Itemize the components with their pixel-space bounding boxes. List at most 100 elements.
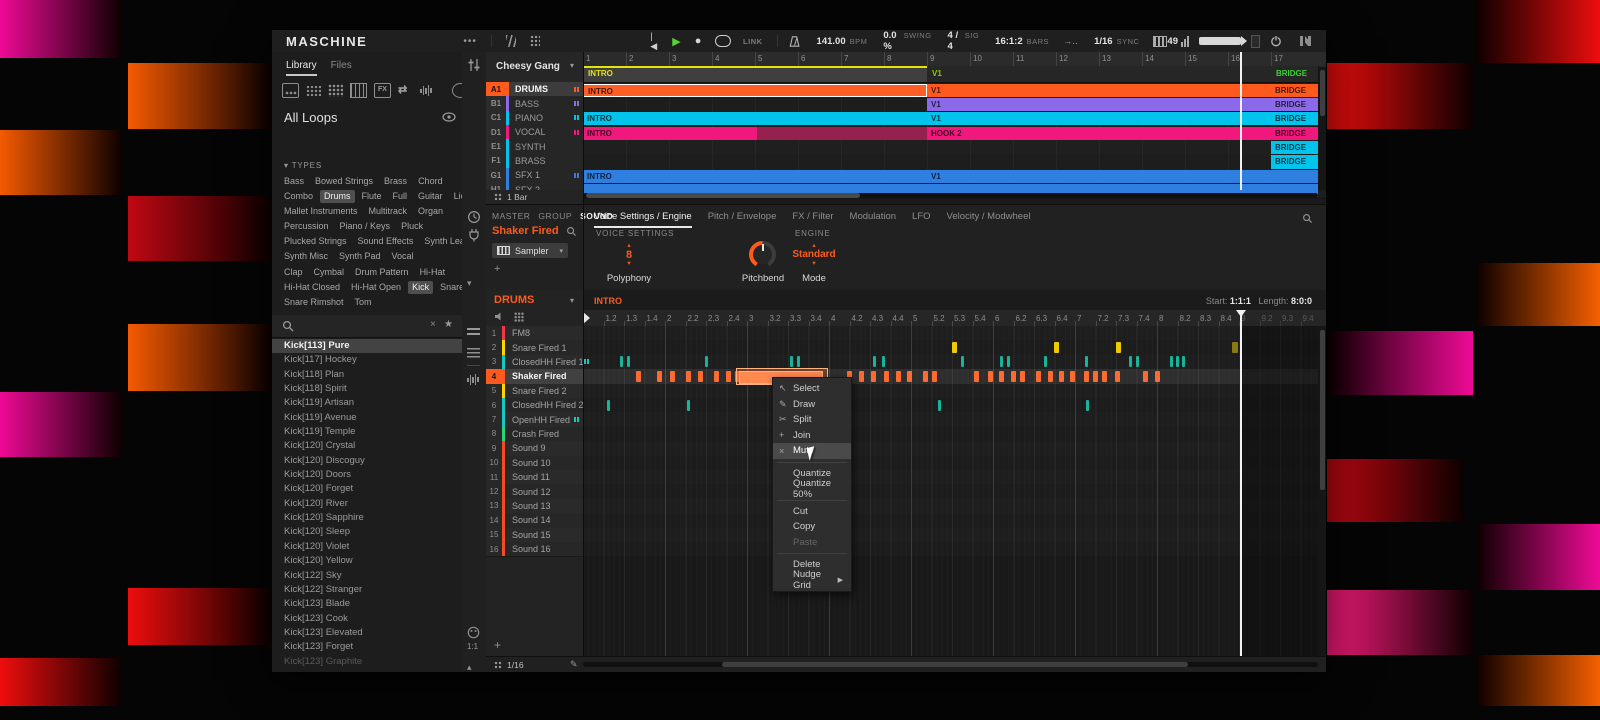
list-item[interactable]: Kick[113] Pure (272, 339, 462, 353)
arranger-clip[interactable]: BRIDGE (1271, 155, 1318, 168)
link-button[interactable]: LINK (743, 37, 763, 46)
sound-slot-13[interactable]: 13Sound 13 (486, 499, 583, 514)
note-event[interactable] (636, 371, 641, 382)
arranger-clip[interactable]: INTRO (583, 84, 927, 97)
pencil-edit-icon[interactable]: ✎ (570, 659, 578, 670)
note-event[interactable] (932, 371, 937, 382)
track-header-synth[interactable]: E1SYNTH (486, 139, 583, 154)
arranger-timeline[interactable]: 1234567891011121314151617INTROV1BRIDGEIN… (583, 52, 1326, 204)
browser-results-list[interactable]: Kick[113] PureKick[117] Hockey Kick[118] … (272, 339, 462, 672)
type-tag-percussion[interactable]: Percussion (284, 221, 329, 232)
list-item[interactable]: Kick[120] Sapphire (272, 511, 462, 525)
scene-bridge[interactable]: BRIDGE (1271, 66, 1319, 82)
menu-item-copy[interactable]: Copy (773, 519, 851, 535)
menu-ellipsis-icon[interactable]: ••• (463, 36, 477, 47)
type-tag-mallet-instruments[interactable]: Mallet Instruments (284, 206, 358, 217)
type-tag-flute[interactable]: Flute (362, 191, 382, 202)
arranger-clip[interactable]: INTRO (583, 170, 927, 183)
note-event[interactable] (698, 371, 703, 382)
list-item[interactable]: Kick[120] Doors (272, 468, 462, 482)
sound-slot-10[interactable]: 10Sound 10 (486, 456, 583, 471)
list-item[interactable]: Kick[117] Hockey (272, 353, 462, 367)
note-event[interactable] (1170, 356, 1173, 367)
tab-files[interactable]: Files (331, 60, 352, 76)
list-item[interactable]: Kick[123] Cook (272, 612, 462, 626)
type-tag-chord[interactable]: Chord (418, 176, 443, 187)
note-event[interactable] (1136, 356, 1139, 367)
group-selector[interactable]: DRUMS ▾ (486, 290, 583, 310)
sound-slot-12[interactable]: 12Sound 12 (486, 484, 583, 499)
plugin-tab-lfo[interactable]: LFO (912, 211, 930, 228)
groups-icon[interactable] (306, 86, 321, 96)
subtype-tag-hi-hat-open[interactable]: Hi-Hat Open (351, 282, 401, 293)
track-header-sfx-1[interactable]: G1SFX 1 (486, 168, 583, 183)
sound-slot-1[interactable]: 1FM8 (486, 326, 583, 341)
audio-view-icon[interactable] (467, 374, 480, 385)
clear-search-icon[interactable]: × (430, 319, 436, 330)
group-caret-icon[interactable]: ▾ (570, 296, 574, 305)
track-header-drums[interactable]: A1DRUMS (486, 82, 583, 97)
track-header-list[interactable]: A1DRUMSB1BASSC1PIANOD1VOCALE1SYNTHF1BRAS… (486, 82, 583, 190)
instruments-icon[interactable] (350, 83, 367, 98)
master-volume-slider[interactable] (1199, 37, 1241, 45)
subtype-tag-cymbal[interactable]: Cymbal (314, 267, 345, 278)
menu-item-split[interactable]: ✂Split (773, 412, 851, 428)
sound-slot-14[interactable]: 14Sound 14 (486, 513, 583, 528)
arranger-clip[interactable]: BRIDGE (1271, 112, 1318, 125)
note-event[interactable] (1155, 371, 1160, 382)
step-grid-value[interactable]: 1/16 (507, 660, 524, 670)
note-event[interactable] (1054, 342, 1059, 353)
list-item[interactable]: Kick[123] Forget (272, 640, 462, 654)
subtype-tag-kick[interactable]: Kick (408, 281, 433, 294)
note-event[interactable] (1129, 356, 1132, 367)
sample-editor-icon[interactable] (467, 348, 480, 358)
note-event[interactable] (882, 356, 885, 367)
fx-icon[interactable]: FX (374, 83, 391, 98)
list-item[interactable]: Kick[122] Sky (272, 569, 462, 583)
power-icon[interactable] (1270, 35, 1282, 47)
list-item[interactable]: Kick[120] Violet (272, 540, 462, 554)
note-event[interactable] (871, 371, 876, 382)
note-event[interactable] (797, 356, 800, 367)
list-item[interactable]: Kick[120] Sleep (272, 525, 462, 539)
subtype-tag-drum-pattern[interactable]: Drum Pattern (355, 267, 409, 278)
note-event[interactable] (705, 356, 708, 367)
arranger-ruler[interactable] (583, 52, 1326, 67)
tempo-display[interactable]: 141.00 BPM (817, 36, 868, 47)
project-name[interactable]: Cheesy Gang (496, 61, 560, 72)
sound-slot-16[interactable]: 16Sound 16 (486, 542, 583, 557)
note-event[interactable] (1020, 371, 1025, 382)
swing-value[interactable]: 0.0 % (883, 30, 899, 52)
note-event[interactable] (873, 356, 876, 367)
scene-intro[interactable]: INTRO (583, 66, 928, 82)
loop-icon[interactable] (715, 35, 731, 47)
sound-slot-8[interactable]: 8Crash Fired (486, 427, 583, 442)
note-event[interactable] (974, 371, 979, 382)
note-event[interactable] (938, 400, 941, 411)
note-event[interactable] (670, 371, 675, 382)
step-grid-icon[interactable] (494, 661, 502, 669)
types-section-header[interactable]: ▾ TYPES (284, 161, 322, 170)
plugin-tab-voice-settings-engine[interactable]: Voice Settings / Engine (594, 211, 692, 228)
list-item[interactable]: Kick[122] Stranger (272, 583, 462, 597)
scope-tab-group[interactable]: GROUP (538, 211, 572, 221)
stepper-down-icon[interactable]: ▾ (786, 261, 842, 267)
type-tag-vocal[interactable]: Vocal (392, 251, 414, 262)
polyphony-stepper[interactable]: ▴ 8 ▾ (604, 243, 654, 267)
sync-value[interactable]: 1/16 (1094, 36, 1113, 47)
arranger-footer-scrollbar-thumb[interactable] (586, 193, 860, 198)
note-event[interactable] (859, 371, 864, 382)
quickbrowse-search-icon[interactable] (566, 226, 577, 237)
list-item[interactable]: Kick[123] Graphite (272, 655, 462, 669)
plugin-tab-modulation[interactable]: Modulation (850, 211, 896, 228)
menu-item-cut[interactable]: Cut (773, 504, 851, 520)
channel-mixer-icon[interactable] (467, 58, 481, 72)
track-header-piano[interactable]: C1PIANO (486, 111, 583, 126)
sounds-icon[interactable] (328, 84, 343, 97)
list-item[interactable]: Kick[118] Spirit (272, 382, 462, 396)
arrange-grid-control[interactable]: 1 Bar (486, 190, 583, 204)
note-event[interactable] (1044, 356, 1047, 367)
type-tag-bass[interactable]: Bass (284, 176, 304, 187)
note-event[interactable] (1086, 400, 1089, 411)
menu-item-join[interactable]: +Join (773, 428, 851, 444)
